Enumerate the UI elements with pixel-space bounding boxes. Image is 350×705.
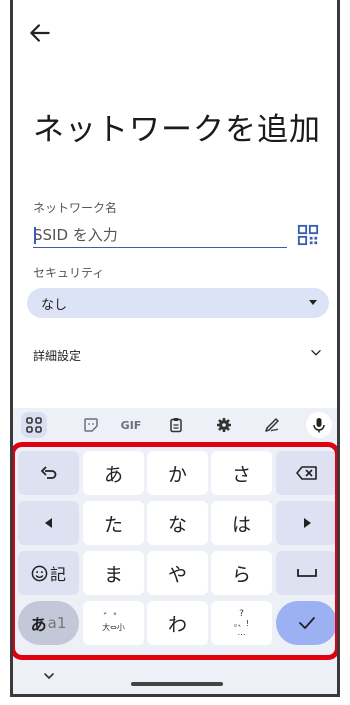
key-na[interactable]: な	[147, 501, 208, 545]
page-title: ネットワークを追加	[33, 112, 321, 148]
key-a[interactable]: あ	[83, 451, 144, 495]
keyboard-toolbar: GIF	[13, 408, 337, 442]
dakuten-small-key[interactable]: ゛゜ 大⇔小	[83, 601, 144, 645]
apps-grid-icon[interactable]	[21, 412, 47, 438]
arrow-left-icon[interactable]	[27, 20, 53, 46]
key-ka[interactable]: か	[147, 451, 208, 495]
punct-mid: 。、!	[233, 618, 250, 628]
key-ya[interactable]: や	[147, 551, 208, 595]
gif-button[interactable]: GIF	[116, 412, 146, 438]
key-ma[interactable]: ま	[83, 551, 144, 595]
gear-icon[interactable]	[211, 412, 237, 438]
enter-key[interactable]	[276, 601, 337, 645]
chevron-down-icon[interactable]	[43, 670, 55, 682]
emoji-key-label: 記	[49, 565, 66, 584]
qr-code-scan-icon[interactable]	[297, 224, 319, 246]
cursor-left-key[interactable]	[18, 501, 79, 545]
key-ta[interactable]: た	[83, 501, 144, 545]
key-ha[interactable]: は	[211, 501, 272, 545]
advanced-settings-label[interactable]: 詳細設定	[33, 347, 81, 364]
ssid-input[interactable]	[33, 222, 287, 248]
handwriting-icon[interactable]	[259, 412, 285, 438]
security-select[interactable]: なし	[27, 288, 329, 318]
size-toggle-label: 大⇔小	[102, 623, 125, 632]
sticker-icon[interactable]	[78, 412, 104, 438]
security-value: なし	[41, 298, 68, 313]
key-ra[interactable]: ら	[211, 551, 272, 595]
mode-label-kana: あ	[30, 615, 47, 634]
emoji-symbol-key[interactable]: 記	[18, 551, 79, 595]
cursor-right-key[interactable]	[276, 501, 337, 545]
space-key[interactable]	[276, 551, 337, 595]
punct-top: ?	[239, 608, 244, 619]
chevron-down-icon[interactable]	[309, 346, 323, 360]
text-cursor	[34, 227, 36, 244]
dakuten-label: ゛゜	[103, 613, 124, 624]
punctuation-key[interactable]: ? 。、! …	[211, 601, 272, 645]
undo-key[interactable]	[18, 451, 79, 495]
input-mode-key[interactable]: あ a1	[18, 601, 79, 645]
screen: ネットワークを追加 ネットワーク名 セキュリティ なし 詳細設定	[13, 0, 337, 694]
microphone-icon[interactable]	[306, 412, 332, 438]
phone-frame: ネットワークを追加 ネットワーク名 セキュリティ なし 詳細設定	[10, 0, 340, 697]
clipboard-icon[interactable]	[163, 412, 189, 438]
key-sa[interactable]: さ	[211, 451, 272, 495]
backspace-key[interactable]	[276, 451, 337, 495]
key-wa[interactable]: わ	[147, 601, 208, 645]
network-name-label: ネットワーク名	[33, 201, 118, 215]
home-gesture-bar[interactable]	[131, 682, 223, 686]
checkmark-icon	[298, 617, 315, 629]
smiley-icon	[31, 565, 48, 581]
navigation-bar	[13, 660, 337, 694]
security-label: セキュリティ	[33, 266, 105, 280]
dropdown-arrow-icon	[309, 300, 317, 305]
mode-label-alnum: a1	[47, 614, 67, 632]
punct-bottom: …	[237, 627, 246, 637]
